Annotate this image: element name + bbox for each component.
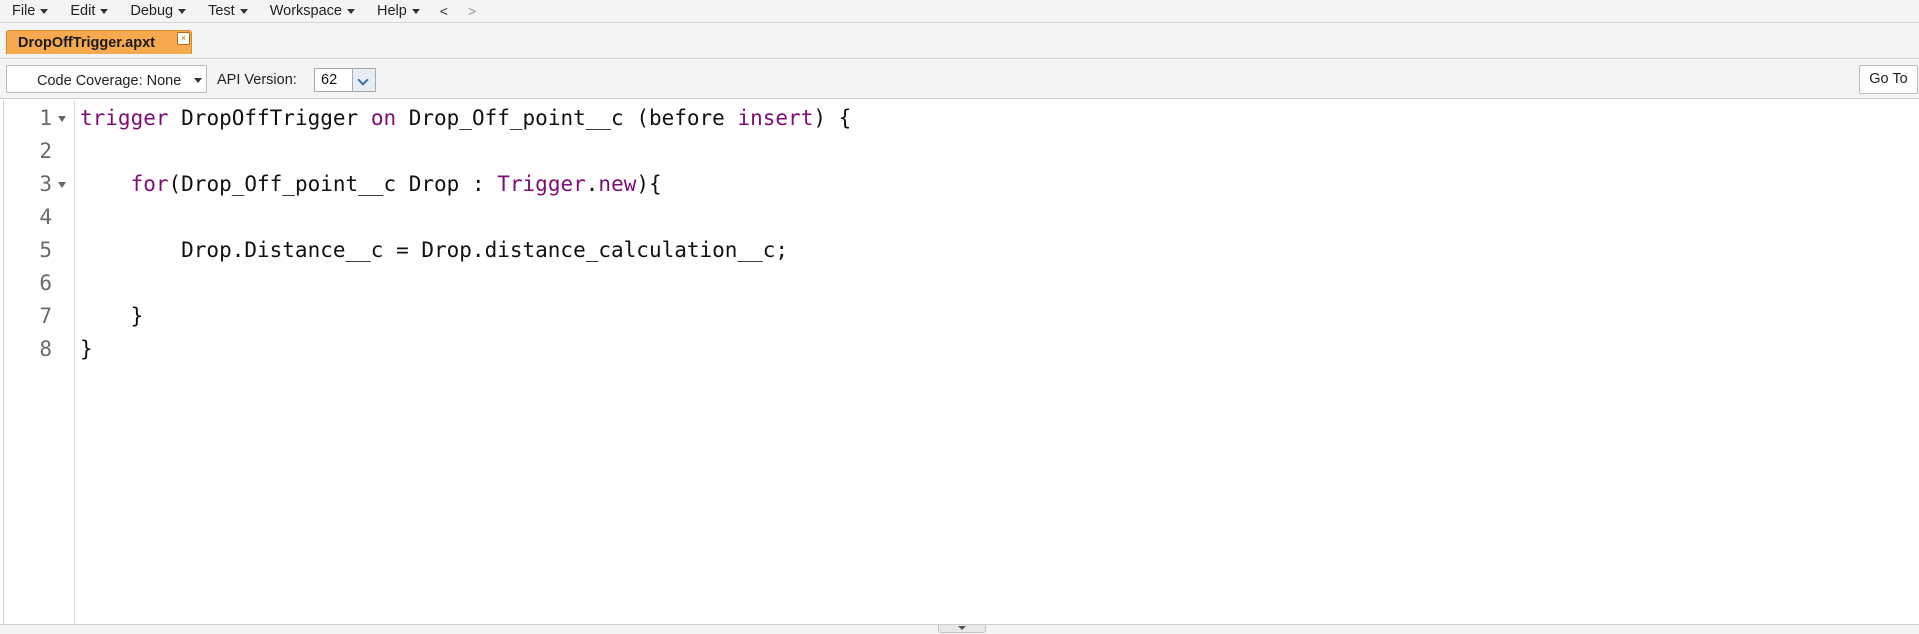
keyword-for: for — [130, 172, 169, 196]
code-text: Drop_Off_point__c (before — [396, 106, 738, 130]
code-coverage-label: Code Coverage: None — [37, 73, 182, 89]
keyword-trigger-class: Trigger — [497, 172, 586, 196]
menu-edit-label: Edit — [70, 3, 96, 19]
menu-file-label: File — [12, 3, 36, 19]
line-number: 4 — [39, 205, 52, 229]
chevron-down-icon — [411, 8, 420, 14]
keyword-trigger: trigger — [80, 106, 169, 130]
code-coverage-dropdown[interactable]: Code Coverage: None — [6, 65, 207, 93]
code-text: ){ — [636, 172, 662, 196]
menu-help[interactable]: Help — [365, 0, 430, 22]
code-line-1: trigger DropOffTrigger on Drop_Off_point… — [80, 102, 851, 135]
code-text: . — [585, 172, 599, 196]
code-line-3: for(Drop_Off_point__c Drop : Trigger.new… — [80, 168, 662, 201]
line-number: 7 — [39, 304, 52, 328]
editor-toolbar: Code Coverage: None API Version: 62 Go T… — [0, 60, 1919, 99]
code-line-7: } — [80, 304, 144, 328]
chevron-down-icon — [194, 78, 202, 83]
chevron-down-icon — [346, 8, 355, 14]
menu-debug[interactable]: Debug — [118, 0, 196, 22]
menu-bar: File Edit Debug Test Workspace Help < > — [0, 0, 1919, 23]
nav-forward-button[interactable]: > — [458, 3, 486, 19]
code-text: DropOffTrigger — [168, 106, 371, 130]
line-number: 5 — [39, 238, 52, 262]
menu-workspace[interactable]: Workspace — [258, 0, 365, 22]
code-editor[interactable]: 1 2 3 4 5 6 7 8 trigger DropOffTrigger o… — [3, 100, 1919, 624]
chevron-down-icon[interactable] — [352, 69, 375, 91]
tab-strip: DropOffTrigger.apxt × — [0, 23, 1919, 59]
nav-back-button[interactable]: < — [430, 3, 458, 19]
close-icon[interactable]: × — [177, 32, 190, 45]
code-line-8: } — [80, 337, 93, 361]
keyword-insert: insert — [737, 106, 814, 130]
menu-test[interactable]: Test — [196, 0, 258, 22]
keyword-new: new — [598, 172, 637, 196]
api-version-label: API Version: — [217, 72, 297, 88]
menu-edit[interactable]: Edit — [58, 0, 118, 22]
code-line-5: Drop.Distance__c = Drop.distance_calcula… — [80, 238, 789, 262]
go-to-button[interactable]: Go To — [1859, 65, 1918, 94]
chevron-down-icon — [178, 8, 187, 14]
tab-label: DropOffTrigger.apxt — [18, 35, 155, 51]
code-text: (Drop_Off_point__c Drop : — [168, 172, 498, 196]
menu-workspace-label: Workspace — [269, 3, 342, 19]
chevron-down-icon — [239, 8, 248, 14]
menu-file[interactable]: File — [0, 0, 58, 22]
api-version-value: 62 — [321, 72, 338, 88]
line-number: 8 — [39, 337, 52, 361]
fold-arrow-icon[interactable] — [58, 182, 66, 188]
menu-help-label: Help — [376, 3, 407, 19]
menu-debug-label: Debug — [130, 3, 174, 19]
chevron-down-icon — [100, 8, 109, 14]
code-text: ) { — [813, 106, 852, 130]
line-number: 3 — [39, 172, 52, 196]
line-number-gutter: 1 2 3 4 5 6 7 8 — [4, 100, 75, 624]
fold-arrow-icon[interactable] — [58, 116, 66, 122]
line-number: 2 — [39, 139, 52, 163]
line-number: 6 — [39, 271, 52, 295]
tab-dropofftrigger[interactable]: DropOffTrigger.apxt × — [6, 30, 192, 54]
chevron-down-icon — [40, 8, 49, 14]
api-version-select[interactable]: 62 — [314, 68, 376, 92]
collapse-handle-icon[interactable] — [938, 625, 986, 633]
keyword-on: on — [370, 106, 397, 130]
line-number: 1 — [39, 106, 52, 130]
menu-test-label: Test — [208, 3, 235, 19]
